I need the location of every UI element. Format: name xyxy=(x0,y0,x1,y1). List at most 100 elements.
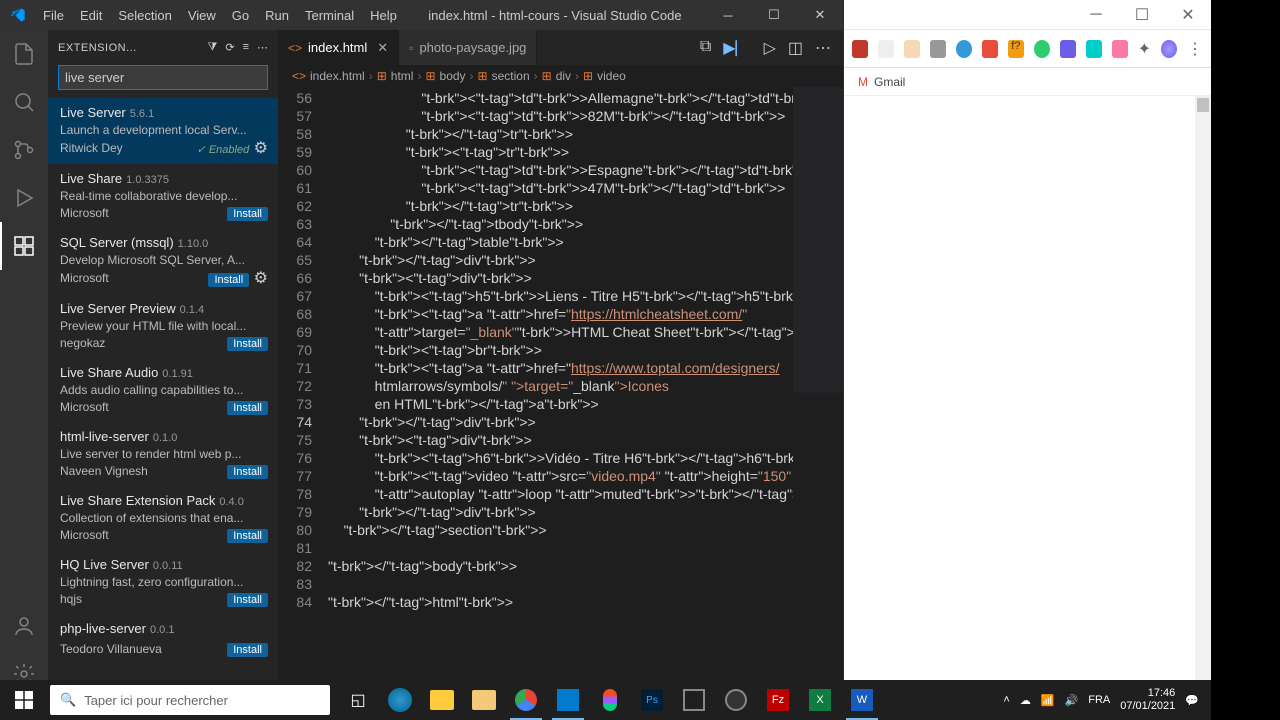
editor-tabs: <> index.html ✕ ▫ photo-paysage.jpg ⧉ ▶⎸… xyxy=(278,30,843,65)
chrome-bookmarks-bar: M Gmail xyxy=(844,68,1211,96)
activity-account-icon[interactable] xyxy=(0,602,48,650)
run-icon[interactable]: ▷ xyxy=(764,38,776,58)
titlebar: File Edit Selection View Go Run Terminal… xyxy=(0,0,843,30)
maximize-button[interactable]: ☐ xyxy=(751,0,797,30)
tray-onedrive-icon[interactable]: ☁ xyxy=(1020,694,1031,707)
tray-volume-icon[interactable]: 🔊 xyxy=(1065,694,1079,707)
ext-icon[interactable] xyxy=(904,40,920,58)
chrome-toolbar: f? ✦ ⋮ xyxy=(844,30,1211,68)
tab-label: index.html xyxy=(308,40,367,55)
extension-item[interactable]: Live Share Audio0.1.91 Adds audio callin… xyxy=(48,358,278,422)
extension-item[interactable]: Live Server Preview0.1.4 Preview your HT… xyxy=(48,294,278,358)
taskbar-figma-icon[interactable] xyxy=(590,680,630,720)
menu-view[interactable]: View xyxy=(180,8,224,23)
chrome-maximize-button[interactable]: ☐ xyxy=(1119,0,1165,30)
taskbar-photoshop-icon[interactable]: Ps xyxy=(632,680,672,720)
menu-selection[interactable]: Selection xyxy=(110,8,179,23)
menu-run[interactable]: Run xyxy=(257,8,297,23)
compare-icon[interactable]: ⧉ xyxy=(700,38,711,58)
clear-icon[interactable]: ≡ xyxy=(243,41,249,54)
activity-extensions-icon[interactable] xyxy=(0,222,48,270)
ext-icon[interactable] xyxy=(930,40,946,58)
gmail-icon: M xyxy=(858,75,868,89)
open-preview-icon[interactable]: ▶⎸ xyxy=(723,38,751,58)
extension-item[interactable]: SQL Server (mssql)1.10.0 Develop Microso… xyxy=(48,228,278,294)
taskbar-filezilla-icon[interactable]: Fz xyxy=(758,680,798,720)
taskbar-folder-icon[interactable] xyxy=(464,680,504,720)
activity-explorer-icon[interactable] xyxy=(0,30,48,78)
html-file-icon: <> xyxy=(292,69,306,83)
sidebar-title: EXTENSION... xyxy=(58,42,137,54)
chrome-profile-avatar[interactable] xyxy=(1161,40,1177,58)
menu-file[interactable]: File xyxy=(35,8,72,23)
image-file-icon: ▫ xyxy=(409,41,413,55)
refresh-icon[interactable]: ⟳ xyxy=(225,41,234,54)
activity-run-debug-icon[interactable] xyxy=(0,174,48,222)
html-file-icon: <> xyxy=(288,41,302,55)
taskbar-vscode-icon[interactable] xyxy=(548,680,588,720)
ext-icon[interactable] xyxy=(1034,40,1050,58)
chrome-minimize-button[interactable]: ─ xyxy=(1073,0,1119,30)
chrome-scrollbar[interactable] xyxy=(1195,96,1211,720)
ext-icon[interactable] xyxy=(1060,40,1076,58)
ext-icon[interactable] xyxy=(852,40,868,58)
chrome-window: ─ ☐ ✕ f? ✦ ⋮ M Gmail xyxy=(843,0,1211,720)
bookmark-gmail[interactable]: Gmail xyxy=(874,75,905,89)
activity-source-control-icon[interactable] xyxy=(0,126,48,174)
extension-item[interactable]: php-live-server0.0.1 Teodoro VillanuevaI… xyxy=(48,614,278,664)
menu-edit[interactable]: Edit xyxy=(72,8,110,23)
search-icon: 🔍 xyxy=(60,692,76,708)
more-actions-icon[interactable]: ⋯ xyxy=(815,38,831,58)
tray-wifi-icon[interactable]: 📶 xyxy=(1041,694,1055,707)
ext-icon[interactable] xyxy=(878,40,894,58)
more-icon[interactable]: ⋯ xyxy=(257,41,268,54)
menu-terminal[interactable]: Terminal xyxy=(297,8,362,23)
tab-photo-paysage[interactable]: ▫ photo-paysage.jpg xyxy=(399,30,537,65)
task-view-icon[interactable]: ◱ xyxy=(338,680,378,720)
close-button[interactable]: ✕ xyxy=(797,0,843,30)
tray-notifications-icon[interactable]: 💬 xyxy=(1185,694,1199,707)
menu-go[interactable]: Go xyxy=(224,8,257,23)
extensions-puzzle-icon[interactable]: ✦ xyxy=(1138,39,1151,59)
code-editor[interactable]: 5657585960616263646566676869707172737475… xyxy=(278,87,843,698)
chrome-page-content xyxy=(844,96,1211,720)
chrome-close-button[interactable]: ✕ xyxy=(1165,0,1211,30)
activity-search-icon[interactable] xyxy=(0,78,48,126)
extension-item[interactable]: Live Server5.6.1 Launch a development lo… xyxy=(48,98,278,164)
extension-item[interactable]: html-live-server0.1.0 Live server to ren… xyxy=(48,422,278,486)
windows-taskbar: 🔍 Taper ici pour rechercher ◱ Ps Fz X W … xyxy=(0,680,1211,720)
start-button[interactable] xyxy=(0,680,48,720)
taskbar-edge-icon[interactable] xyxy=(380,680,420,720)
taskbar-search-input[interactable]: 🔍 Taper ici pour rechercher xyxy=(50,685,330,715)
minimize-button[interactable]: ─ xyxy=(705,0,751,30)
tray-language[interactable]: FRA xyxy=(1088,694,1110,706)
activity-bar xyxy=(0,30,48,698)
extension-item[interactable]: HQ Live Server0.0.11 Lightning fast, zer… xyxy=(48,550,278,614)
extension-item[interactable]: Live Share Extension Pack0.4.0 Collectio… xyxy=(48,486,278,550)
tray-clock[interactable]: 17:46 07/01/2021 xyxy=(1120,687,1175,713)
ext-icon[interactable] xyxy=(982,40,998,58)
ext-icon[interactable] xyxy=(1112,40,1128,58)
taskbar-chrome-icon[interactable] xyxy=(506,680,546,720)
close-tab-icon[interactable]: ✕ xyxy=(377,40,388,56)
ext-icon[interactable] xyxy=(1086,40,1102,58)
menu-help[interactable]: Help xyxy=(362,8,405,23)
chrome-menu-icon[interactable]: ⋮ xyxy=(1187,39,1203,59)
filter-icon[interactable]: ⧩ xyxy=(208,41,218,54)
window-title: index.html - html-cours - Visual Studio … xyxy=(405,8,705,23)
breadcrumb[interactable]: <> index.html› ⊞html› ⊞body› ⊞section› ⊞… xyxy=(278,65,843,87)
ext-icon[interactable] xyxy=(956,40,972,58)
tray-chevron-icon[interactable]: ˄ xyxy=(1003,694,1009,706)
tab-label: photo-paysage.jpg xyxy=(419,40,526,55)
vscode-logo-icon xyxy=(0,7,35,23)
taskbar-app-icon[interactable] xyxy=(716,680,756,720)
extension-search-input[interactable] xyxy=(58,65,268,90)
tab-index-html[interactable]: <> index.html ✕ xyxy=(278,30,399,65)
taskbar-explorer-icon[interactable] xyxy=(422,680,462,720)
minimap[interactable] xyxy=(793,87,843,698)
extension-item[interactable]: Live Share1.0.3375 Real-time collaborati… xyxy=(48,164,278,228)
split-editor-icon[interactable]: ◫ xyxy=(788,38,803,58)
taskbar-app-icon[interactable] xyxy=(674,680,714,720)
taskbar-word-icon[interactable]: W xyxy=(842,680,882,720)
taskbar-excel-icon[interactable]: X xyxy=(800,680,840,720)
